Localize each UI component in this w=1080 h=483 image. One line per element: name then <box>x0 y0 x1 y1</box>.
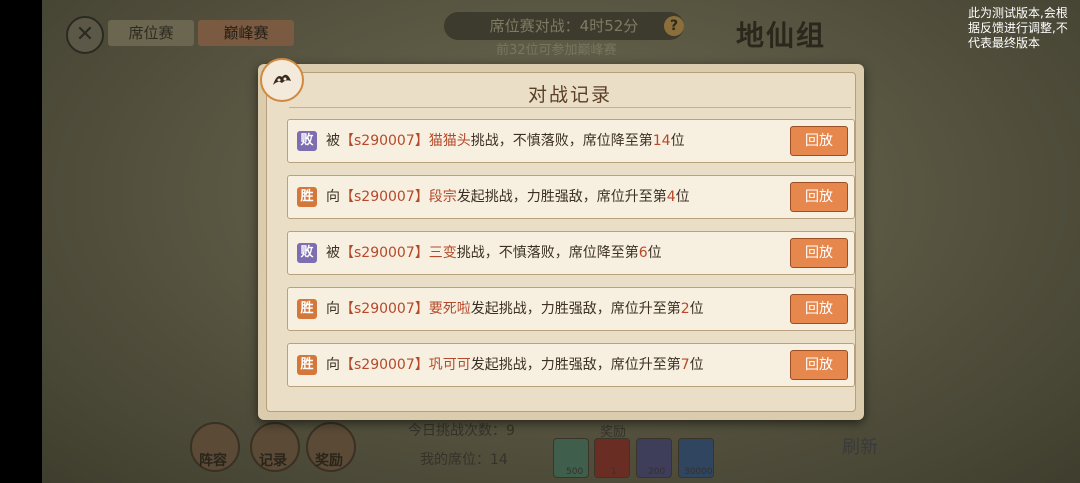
result-badge: 败 <box>297 243 317 263</box>
replay-button[interactable]: 回放 <box>790 350 848 380</box>
seat-rank: 6 <box>638 245 648 261</box>
record-text: 向【s290007】段宗发起挑战，力胜强敌，席位升至第4位 <box>326 187 690 207</box>
result-badge: 胜 <box>297 187 317 207</box>
reward-count: 500 <box>566 467 584 477</box>
seat-rank: 7 <box>680 357 690 373</box>
reward-count: 30000 <box>684 467 713 477</box>
record-prefix: 被 <box>326 133 340 149</box>
dialog-header: 对战记录 <box>289 77 851 108</box>
opponent-name: 猫猫头 <box>428 133 471 149</box>
record-suffix: 位 <box>675 189 690 205</box>
result-badge: 败 <box>297 131 317 151</box>
record-action: 发起挑战，力胜强敌，席位升至第 <box>470 357 681 373</box>
record-suffix: 位 <box>689 301 704 317</box>
record-text: 向【s290007】巩可可发起挑战，力胜强敌，席位升至第7位 <box>326 355 704 375</box>
reward-count: 200 <box>648 467 666 477</box>
tab-peak-battle[interactable]: 巅峰赛 <box>198 20 294 46</box>
seat-rank: 2 <box>680 301 690 317</box>
server-id: 【s290007】 <box>340 189 429 205</box>
record-action: 挑战，不慎落败，席位降至第 <box>470 133 653 149</box>
replay-button[interactable]: 回放 <box>790 238 848 268</box>
record-prefix: 向 <box>326 301 340 317</box>
my-seat: 我的席位：14 <box>420 452 508 468</box>
record-action: 发起挑战，力胜强敌，席位升至第 <box>470 301 681 317</box>
replay-button[interactable]: 回放 <box>790 126 848 156</box>
server-id: 【s290007】 <box>340 301 429 317</box>
record-suffix: 位 <box>647 245 662 261</box>
record-suffix: 位 <box>689 357 704 373</box>
seat-rank: 4 <box>666 189 676 205</box>
record-action: 挑战，不慎落败，席位降至第 <box>456 245 639 261</box>
seat-rank: 14 <box>652 133 671 149</box>
record-suffix: 位 <box>670 133 685 149</box>
refresh-button[interactable]: 刷新 <box>842 433 878 459</box>
tab-seat-battle[interactable]: 席位赛 <box>108 20 194 46</box>
record-prefix: 向 <box>326 189 340 205</box>
tiger-emblem-icon <box>260 58 304 102</box>
close-icon[interactable]: ✕ <box>66 16 104 54</box>
dialog-panel: 对战记录 败 被【s290007】猫猫头挑战，不慎落败，席位降至第14位 回放 … <box>266 72 856 412</box>
opponent-name: 三变 <box>428 245 457 261</box>
record-row: 败 被【s290007】猫猫头挑战，不慎落败，席位降至第14位 回放 <box>287 119 855 163</box>
battle-timer: 席位赛对战：4时52分 <box>444 12 684 40</box>
server-id: 【s290007】 <box>340 357 429 373</box>
record-prefix: 向 <box>326 357 340 373</box>
record-row: 胜 向【s290007】段宗发起挑战，力胜强敌，席位升至第4位 回放 <box>287 175 855 219</box>
opponent-name: 巩可可 <box>428 357 471 373</box>
timer-subtitle: 前32位可参加巅峰赛 <box>496 43 617 58</box>
dialog-title: 对战记录 <box>527 84 612 106</box>
left-black-bar <box>0 0 42 483</box>
server-id: 【s290007】 <box>340 245 429 261</box>
record-text: 被【s290007】猫猫头挑战，不慎落败，席位降至第14位 <box>326 131 685 151</box>
record-list: 败 被【s290007】猫猫头挑战，不慎落败，席位降至第14位 回放 胜 向【s… <box>287 119 855 399</box>
reward-count: 1 <box>611 467 617 477</box>
battle-record-dialog: 对战记录 败 被【s290007】猫猫头挑战，不慎落败，席位降至第14位 回放 … <box>258 58 864 420</box>
result-badge: 胜 <box>297 299 317 319</box>
record-text: 被【s290007】三变挑战，不慎落败，席位降至第6位 <box>326 243 662 263</box>
test-version-notice: 此为测试版本,会根据反馈进行调整,不代表最终版本 <box>968 6 1068 50</box>
lineup-button-label: 阵容 <box>199 453 227 469</box>
group-title: 地仙组 <box>736 19 827 52</box>
help-icon[interactable]: ? <box>664 16 684 36</box>
challenge-count: 今日挑战次数：9 <box>408 423 515 439</box>
opponent-name: 要死啦 <box>428 301 471 317</box>
result-badge: 胜 <box>297 355 317 375</box>
record-action: 发起挑战，力胜强敌，席位升至第 <box>456 189 667 205</box>
record-text: 向【s290007】要死啦发起挑战，力胜强敌，席位升至第2位 <box>326 299 704 319</box>
record-button-label: 记录 <box>259 453 287 469</box>
record-row: 胜 向【s290007】巩可可发起挑战，力胜强敌，席位升至第7位 回放 <box>287 343 855 387</box>
record-row: 败 被【s290007】三变挑战，不慎落败，席位降至第6位 回放 <box>287 231 855 275</box>
replay-button[interactable]: 回放 <box>790 294 848 324</box>
record-row: 胜 向【s290007】要死啦发起挑战，力胜强敌，席位升至第2位 回放 <box>287 287 855 331</box>
server-id: 【s290007】 <box>340 133 429 149</box>
replay-button[interactable]: 回放 <box>790 182 848 212</box>
opponent-name: 段宗 <box>428 189 457 205</box>
reward-button-label: 奖励 <box>315 453 343 469</box>
tiger-emblem-glyph <box>273 74 291 85</box>
record-prefix: 被 <box>326 245 340 261</box>
